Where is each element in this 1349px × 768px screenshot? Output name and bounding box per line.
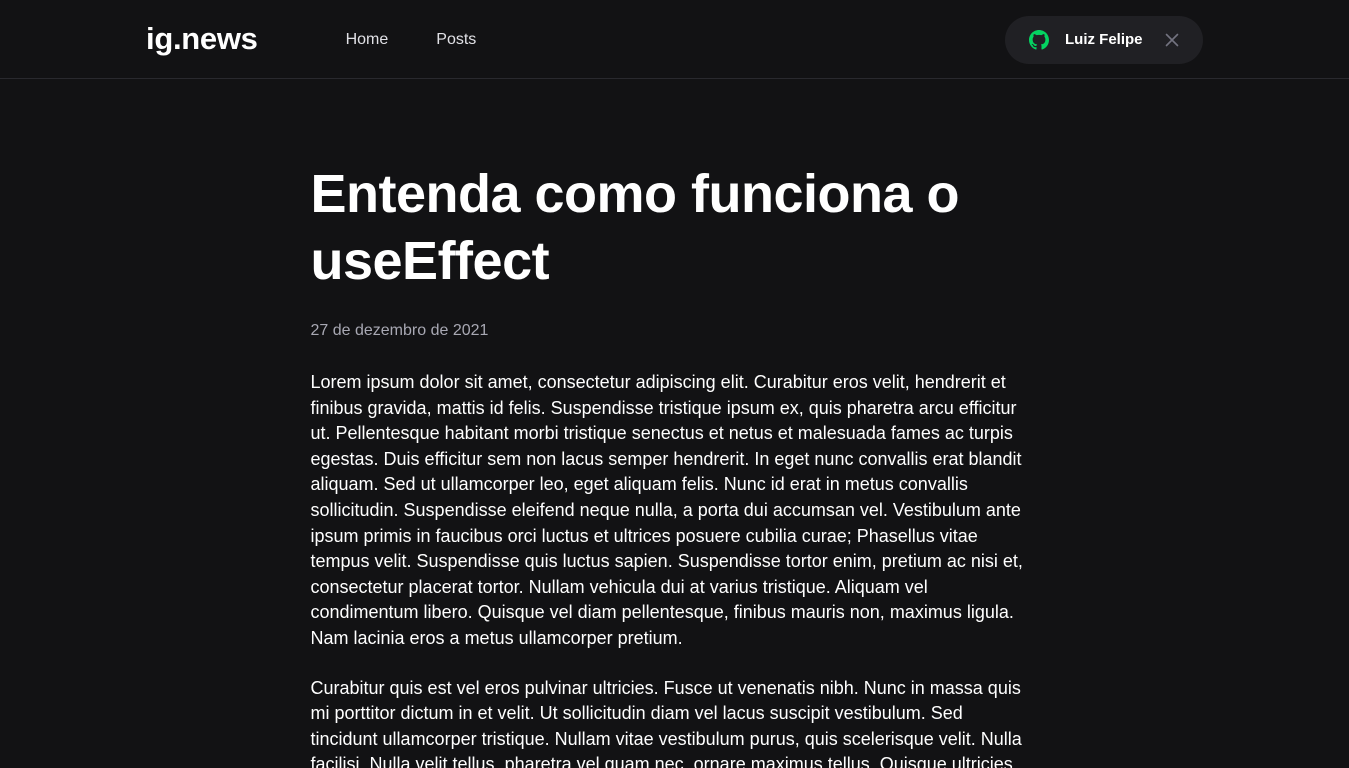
header-container: ig.news Home Posts Luiz Felipe <box>146 0 1203 79</box>
post-article: Entenda como funciona o useEffect 27 de … <box>311 161 1031 768</box>
close-icon[interactable] <box>1165 33 1179 47</box>
post-paragraph: Curabitur quis est vel eros pulvinar ult… <box>310 677 1022 768</box>
github-icon <box>1029 29 1049 50</box>
main-nav: Home Posts <box>346 0 525 79</box>
post-date: 27 de dezembro de 2021 <box>310 322 489 339</box>
post-content: Lorem ipsum dolor sit amet, consectetur … <box>311 370 1031 768</box>
nav-link-posts[interactable]: Posts <box>436 0 476 79</box>
nav-link-home[interactable]: Home <box>346 0 389 79</box>
user-name: Luiz Felipe <box>1065 31 1143 48</box>
post-paragraph: Lorem ipsum dolor sit amet, consectetur … <box>310 372 1023 648</box>
site-header: ig.news Home Posts Luiz Felipe <box>0 0 1349 79</box>
logo[interactable]: ig.news <box>146 21 258 57</box>
user-signout-button[interactable]: Luiz Felipe <box>1005 15 1203 64</box>
post-title: Entenda como funciona o useEffect <box>310 164 960 291</box>
post-container: Entenda como funciona o useEffect 27 de … <box>311 79 1031 768</box>
